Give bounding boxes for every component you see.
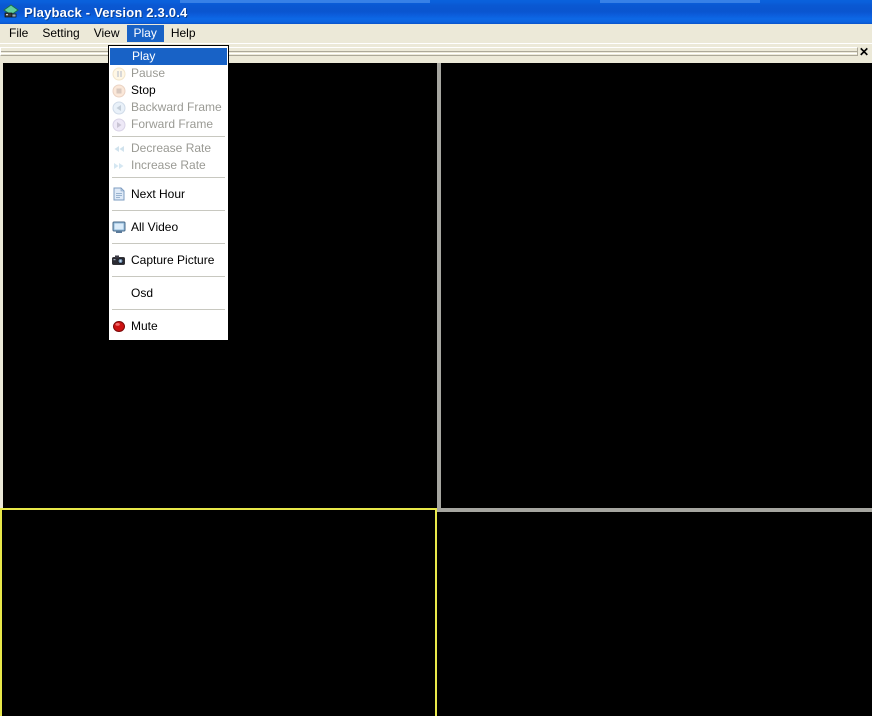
video-vertical-divider[interactable] xyxy=(437,63,441,512)
video-pane-3[interactable] xyxy=(0,512,437,716)
menu-item-increase-rate[interactable]: Increase Rate xyxy=(109,157,228,174)
menu-item-mute-label: Mute xyxy=(131,319,158,333)
pause-icon xyxy=(111,66,127,82)
menu-separator-3 xyxy=(112,210,225,211)
menu-separator-2 xyxy=(112,177,225,178)
menu-item-pause-label: Pause xyxy=(131,66,166,80)
menu-separator-6 xyxy=(112,309,225,310)
menu-item-play[interactable]: Play xyxy=(110,48,227,65)
close-icon[interactable]: ✕ xyxy=(858,46,870,59)
playback-application-window: Playback - Version 2.3.0.4 File Setting … xyxy=(0,0,872,716)
menu-item-stop-label: Stop xyxy=(131,83,156,97)
menu-item-osd-label: Osd xyxy=(131,286,154,300)
menu-item-mute[interactable]: Mute xyxy=(109,313,228,339)
menu-item-decrease-rate[interactable]: Decrease Rate xyxy=(109,140,228,157)
mute-icon xyxy=(111,318,127,334)
title-bar: Playback - Version 2.3.0.4 xyxy=(0,0,872,24)
toolbar-top-edge xyxy=(0,43,872,44)
window-title: Playback - Version 2.3.0.4 xyxy=(24,4,188,20)
menu-item-osd[interactable]: Osd xyxy=(109,280,228,306)
menu-item-all-video[interactable]: All Video xyxy=(109,214,228,240)
menubar-item-help[interactable]: Help xyxy=(164,25,203,42)
menu-item-decrease-rate-label: Decrease Rate xyxy=(131,141,212,155)
menu-separator-5 xyxy=(112,276,225,277)
menu-bar: File Setting View Play Help xyxy=(0,24,872,43)
menu-item-next-hour[interactable]: Next Hour xyxy=(109,181,228,207)
camera-icon xyxy=(111,252,127,268)
menu-separator-4 xyxy=(112,243,225,244)
menu-item-backward-frame-label: Backward Frame xyxy=(131,100,222,114)
menu-item-play-label: Play xyxy=(132,49,156,63)
menubar-item-play[interactable]: Play xyxy=(126,25,164,42)
fast-forward-icon xyxy=(111,158,127,174)
forward-frame-icon xyxy=(111,117,127,133)
menubar-item-file[interactable]: File xyxy=(2,25,35,42)
menubar-item-setting[interactable]: Setting xyxy=(35,25,86,42)
menubar-item-view[interactable]: View xyxy=(87,25,127,42)
menu-item-increase-rate-label: Increase Rate xyxy=(131,158,206,172)
menu-item-forward-frame-label: Forward Frame xyxy=(131,117,214,131)
menu-item-capture-picture[interactable]: Capture Picture xyxy=(109,247,228,273)
menu-item-stop[interactable]: Stop xyxy=(109,82,228,99)
video-pane-4[interactable] xyxy=(441,512,872,716)
menu-item-forward-frame[interactable]: Forward Frame xyxy=(109,116,228,133)
menu-item-backward-frame[interactable]: Backward Frame xyxy=(109,99,228,116)
menu-separator-1 xyxy=(112,136,225,137)
menu-item-pause[interactable]: Pause xyxy=(109,65,228,82)
titlebar-highlight-strip xyxy=(0,0,872,3)
monitor-icon xyxy=(111,219,127,235)
menu-item-next-hour-label: Next Hour xyxy=(131,187,186,201)
document-icon xyxy=(111,186,127,202)
menu-item-all-video-label: All Video xyxy=(131,220,179,234)
video-horizontal-divider[interactable] xyxy=(441,508,872,512)
rewind-icon xyxy=(111,141,127,157)
stop-icon xyxy=(111,83,127,99)
playback-app-icon xyxy=(3,4,19,20)
video-pane-2[interactable] xyxy=(441,63,872,508)
menu-item-capture-picture-label: Capture Picture xyxy=(131,253,215,267)
play-dropdown-menu: Play Pause Stop Backward Frame Forward F… xyxy=(108,45,229,341)
backward-frame-icon xyxy=(111,100,127,116)
